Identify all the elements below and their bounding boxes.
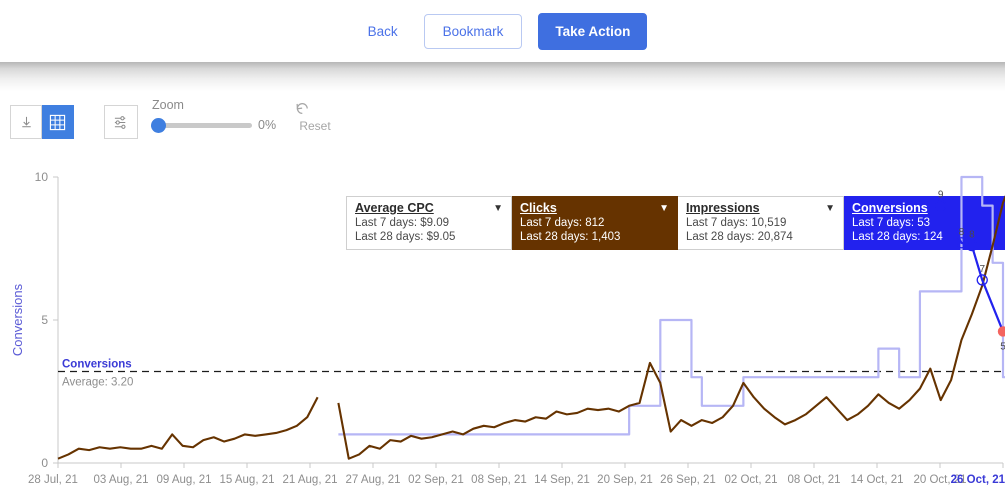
x-tick-label: 08 Oct, 21 [787, 474, 840, 486]
sliders-icon [113, 114, 130, 131]
take-action-button[interactable]: Take Action [538, 12, 648, 50]
reset-label: Reset [299, 119, 331, 133]
zoom-slider[interactable] [151, 117, 252, 133]
chart-settings-button[interactable] [104, 105, 138, 139]
zoom-slider-thumb[interactable] [151, 117, 166, 133]
zoom-percent-value: 0% [258, 118, 277, 132]
series-line-conversions [57, 194, 1005, 460]
average-line-subtitle: Average: 3.20 [62, 376, 133, 388]
average-line-title: Conversions [62, 358, 132, 370]
chart-toolbar: Zoom 0% Reset Average CPC Last 7 days: $9… [0, 92, 1005, 250]
series-line-clicks [338, 175, 1005, 436]
y-axis-title: Conversions [10, 283, 25, 356]
zoom-label: Zoom [152, 98, 184, 112]
download-icon [19, 115, 34, 130]
forecast-point-label: 7 [979, 264, 985, 275]
conversions-chart: 0 5 10 Conversions 28 Jul, 21 03 Aug, 21 09 Au… [0, 168, 1005, 502]
zoom-control: Zoom 0% [151, 98, 282, 133]
forecast-point-label: 8 [959, 227, 965, 238]
y-tick-label: 0 [41, 456, 48, 470]
table-view-button[interactable] [42, 105, 74, 139]
back-button[interactable]: Back [358, 18, 408, 45]
forecast-endpoint-marker[interactable] [997, 326, 1005, 337]
chart-svg: 0 5 10 Conversions 28 Jul, 21 03 Aug, 21 09 Au… [10, 170, 1005, 486]
x-tick-label: 14 Sep, 21 [534, 474, 590, 486]
x-tick-label: 20 Sep, 21 [597, 474, 653, 486]
header-divider-shadow [0, 62, 1005, 92]
view-mode-group [10, 105, 74, 139]
x-tick-label: 21 Aug, 21 [283, 474, 338, 486]
download-button[interactable] [10, 105, 42, 139]
x-tick-label: 02 Sep, 21 [408, 474, 464, 486]
forecast-point-label: 5 [1000, 341, 1005, 352]
x-tick-label: 28 Jul, 21 [28, 474, 78, 486]
y-tick-label: 10 [35, 170, 49, 184]
forecast-point-label: 8 [969, 230, 975, 241]
x-tick-label: 09 Aug, 21 [157, 474, 212, 486]
x-tick-label: 27 Aug, 21 [346, 474, 401, 486]
x-tick-label: 26 Oct, 21 [951, 474, 1005, 486]
page-header: Back Bookmark Take Action [0, 0, 1005, 92]
grid-icon [49, 114, 66, 131]
header-action-bar: Back Bookmark Take Action [0, 0, 1005, 62]
x-tick-label: 14 Oct, 21 [850, 474, 903, 486]
analytics-page: Back Bookmark Take Action Zoom 0% Reset … [0, 0, 1005, 502]
bookmark-button[interactable]: Bookmark [423, 13, 523, 49]
x-tick-label: 03 Aug, 21 [94, 474, 149, 486]
y-tick-label: 5 [41, 313, 48, 327]
reset-button[interactable]: Reset [294, 100, 336, 133]
x-tick-label: 26 Sep, 21 [660, 474, 716, 486]
undo-icon [294, 100, 336, 116]
forecast-point-label: 9 [938, 190, 944, 201]
x-tick-label: 15 Aug, 21 [220, 474, 275, 486]
x-tick-label: 02 Oct, 21 [724, 474, 777, 486]
zoom-slider-row: 0% [151, 117, 282, 133]
x-tick-label: 08 Sep, 21 [471, 474, 527, 486]
